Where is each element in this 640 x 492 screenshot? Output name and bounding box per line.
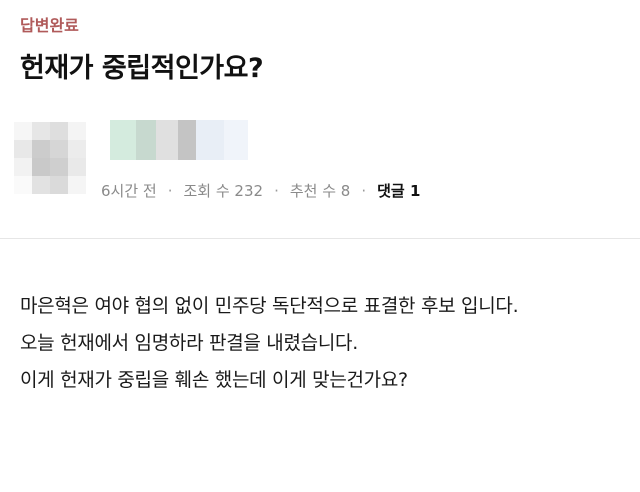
avatar-pixel — [32, 158, 50, 176]
avatar-pixel — [14, 122, 32, 140]
avatar-pixel — [32, 122, 50, 140]
post-body-line: 이게 헌재가 중립을 훼손 했는데 이게 맞는건가요? — [20, 369, 408, 391]
status-badge: 답변완료 — [20, 16, 79, 35]
author-name-pixel — [156, 120, 178, 160]
post-meta: 6시간 전 · 조회 수 232 · 추천 수 8 · 댓글 1 — [101, 180, 420, 201]
avatar-pixel — [14, 158, 32, 176]
author-name-pixel — [224, 120, 248, 160]
author-name-pixel — [178, 120, 196, 160]
avatar-pixel — [68, 122, 86, 140]
comment-count-link[interactable]: 댓글 1 — [377, 180, 420, 201]
post-body-line: 마은혁은 여야 협의 없이 민주당 독단적으로 표결한 후보 입니다. — [20, 295, 519, 317]
post-body-line: 오늘 헌재에서 임명하라 판결을 내렸습니다. — [20, 332, 358, 354]
avatar-pixel — [50, 158, 68, 176]
author-name-pixel — [136, 120, 156, 160]
avatar-pixel — [32, 176, 50, 194]
avatar-pixel — [68, 158, 86, 176]
page-title: 헌재가 중립적인가요? — [20, 53, 264, 84]
view-count: 조회 수 232 — [183, 182, 264, 200]
meta-separator: · — [274, 181, 279, 200]
post-body: 마은혁은 여야 협의 없이 민주당 독단적으로 표결한 후보 입니다. 오늘 헌… — [20, 288, 519, 399]
avatar-pixel — [32, 140, 50, 158]
author-name-blurred[interactable] — [110, 120, 248, 160]
avatar-pixel — [50, 140, 68, 158]
avatar-pixel — [68, 140, 86, 158]
meta-separator: · — [167, 181, 173, 200]
meta-separator: · — [361, 181, 367, 200]
author-name-pixel — [110, 120, 136, 160]
avatar[interactable] — [14, 122, 86, 194]
avatar-pixel — [50, 122, 68, 140]
post-time: 6시간 전 — [101, 182, 157, 200]
avatar-pixel — [68, 176, 86, 194]
avatar-pixel — [50, 176, 68, 194]
divider — [0, 238, 640, 239]
avatar-pixel — [14, 176, 32, 194]
recommend-count: 추천 수 8 — [289, 182, 351, 200]
author-name-pixel — [196, 120, 224, 160]
avatar-pixel — [14, 140, 32, 158]
